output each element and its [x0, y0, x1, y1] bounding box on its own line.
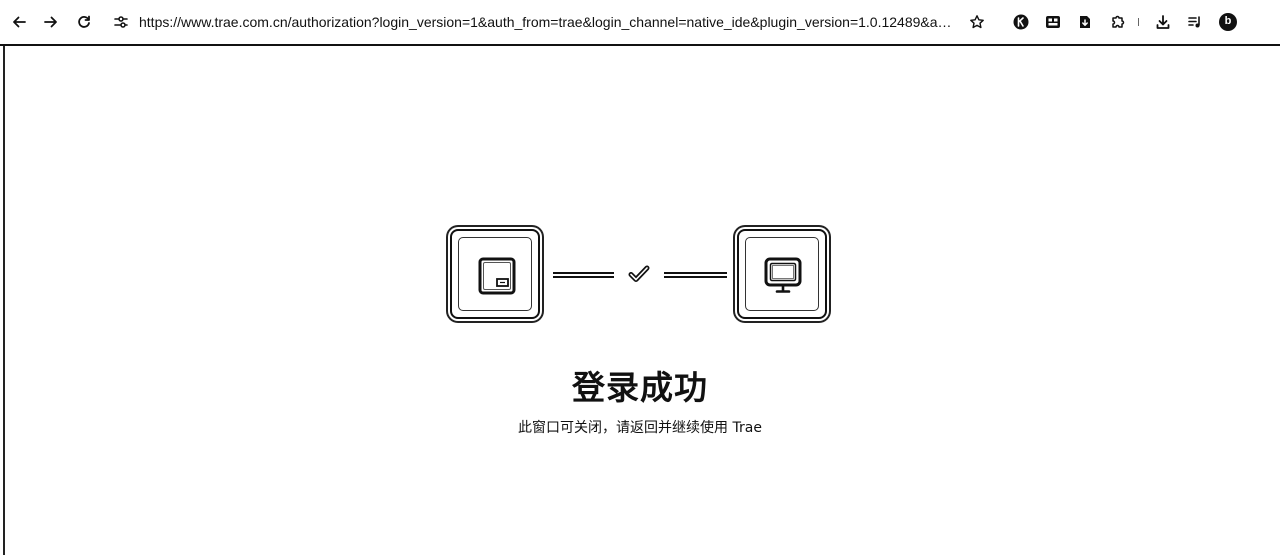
profile-avatar-icon[interactable]: b [1214, 8, 1242, 36]
profile-initial: b [1224, 15, 1232, 27]
page-subtitle: 此窗口可关闭，请返回并继续使用 Trae [518, 420, 762, 436]
extensions-puzzle-icon[interactable] [1104, 8, 1132, 36]
back-arrow-icon[interactable] [5, 8, 33, 36]
right-device-card [737, 229, 827, 319]
left-device-card [450, 229, 540, 319]
page-title: 登录成功 [572, 368, 708, 407]
site-info-icon[interactable] [107, 8, 135, 36]
reload-icon[interactable] [70, 8, 98, 36]
toolbar-separator [1138, 18, 1139, 26]
browser-toolbar: https://www.trae.com.cn/authorization?lo… [0, 0, 1280, 44]
address-bar-url[interactable]: https://www.trae.com.cn/authorization?lo… [139, 12, 957, 32]
bookmark-star-icon[interactable] [963, 8, 991, 36]
right-connector-line [664, 272, 727, 278]
page-content: 登录成功 此窗口可关闭，请返回并继续使用 Trae [0, 46, 1280, 555]
left-connector-line [553, 272, 614, 278]
check-icon [628, 265, 650, 282]
forward-arrow-icon[interactable] [37, 8, 65, 36]
monitor-icon [764, 257, 802, 293]
downloads-icon[interactable] [1149, 8, 1177, 36]
extension-grid-icon[interactable] [1039, 8, 1067, 36]
browser-window-icon [478, 257, 516, 295]
window-edge [3, 46, 5, 555]
media-control-icon[interactable] [1181, 8, 1209, 36]
extension-download-square-icon[interactable] [1071, 8, 1099, 36]
extension-k-icon[interactable] [1007, 8, 1035, 36]
